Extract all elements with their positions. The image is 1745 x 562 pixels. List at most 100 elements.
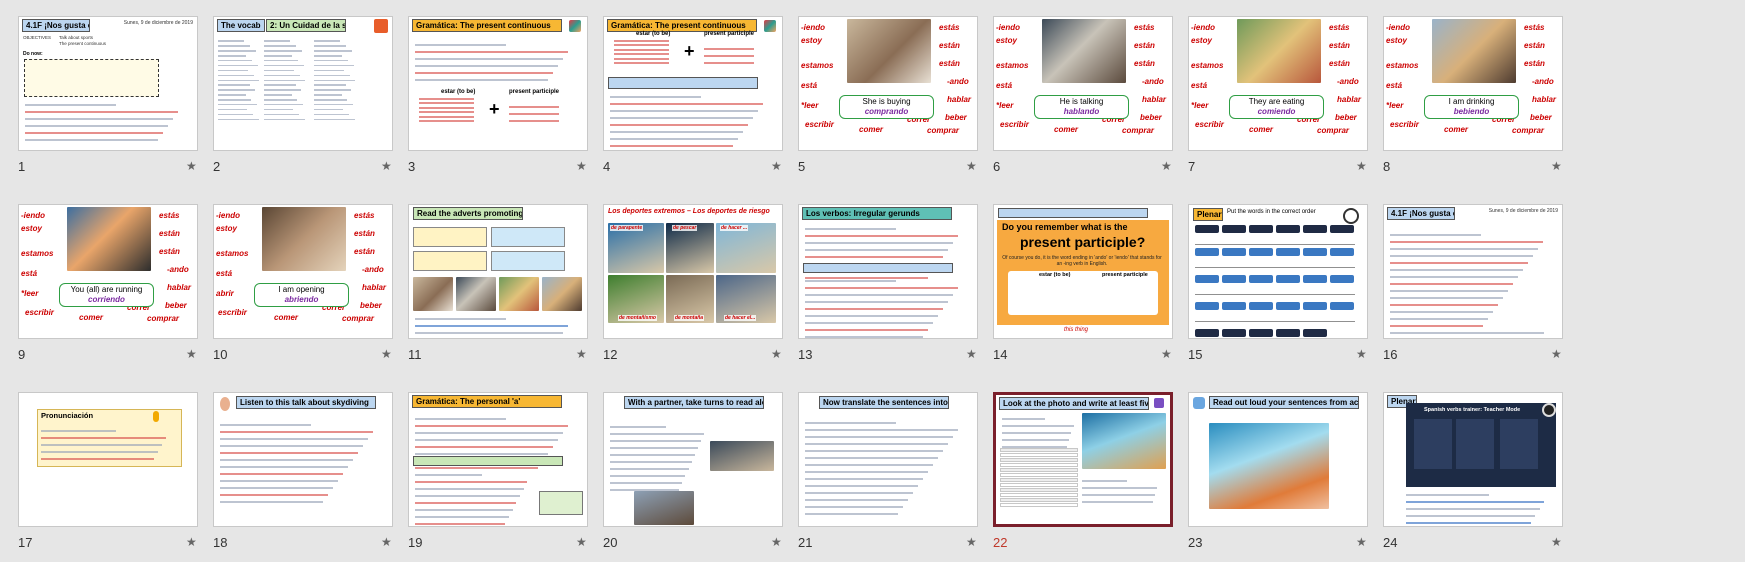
slide-thumbnail-3[interactable]: Gramática: The present continuous estar (… — [390, 16, 588, 186]
instruction-bar — [998, 208, 1148, 218]
word-tile[interactable] — [1276, 329, 1300, 337]
slide-preview[interactable]: -iendo estoy estamos está *leer escribir estás… — [1188, 16, 1368, 151]
slide-thumbnail-22[interactable]: Look at the photo and write at least fiv… — [975, 392, 1173, 562]
slide-thumbnail-15[interactable]: Plenary: Put the words in the correct ord… — [1170, 204, 1368, 374]
word-tile[interactable] — [1195, 302, 1219, 310]
slide-thumbnail-6[interactable]: -iendo estoy estamos está *leer escribir estás… — [975, 16, 1173, 186]
word-tile[interactable] — [1330, 225, 1354, 233]
word-tile[interactable] — [1249, 225, 1273, 233]
slide-thumbnail-14[interactable]: Do you remember what is the present parti… — [975, 204, 1173, 374]
slide-preview[interactable]: Read out loud your sentences from activi… — [1188, 392, 1368, 527]
slide-thumbnail-8[interactable]: -iendo estoy estamos está *leer escribir estás… — [1365, 16, 1563, 186]
star-icon[interactable]: ★ — [1551, 347, 1562, 361]
word-tile[interactable] — [1222, 275, 1246, 283]
word-tile[interactable] — [1276, 248, 1300, 256]
slide-preview[interactable]: Listen to this talk about skydiving — [213, 392, 393, 527]
slide-preview[interactable]: -iendo estoy estamos está *leer escribir estás… — [18, 204, 198, 339]
vocab-word: están — [354, 247, 375, 256]
slide-thumbnail-4[interactable]: Gramática: The present continuous estar (… — [585, 16, 783, 186]
exercise-lines — [415, 469, 537, 526]
word-tile[interactable] — [1303, 329, 1327, 337]
vocab-word: comprar — [927, 126, 960, 135]
word-tile[interactable] — [1195, 329, 1219, 337]
slide-thumbnail-2[interactable]: The vocab2: Un Cuidad de la salud2★ — [195, 16, 393, 186]
word-tile[interactable] — [1303, 275, 1327, 283]
slide-thumbnail-10[interactable]: -iendo estoy estamos está abrir escribir estás… — [195, 204, 393, 374]
slide-thumbnail-5[interactable]: -iendo estoy estamos está *leer escribir estás… — [780, 16, 978, 186]
slide-preview[interactable]: Gramática: The personal 'a' — [408, 392, 588, 527]
slide-preview[interactable]: Read the adverts promoting summer camps — [408, 204, 588, 339]
slide-thumbnail-21[interactable]: Now translate the sentences into English… — [780, 392, 978, 562]
word-tile[interactable] — [1276, 275, 1300, 283]
option-column[interactable] — [1500, 419, 1538, 469]
word-tile[interactable] — [1249, 248, 1273, 256]
word-tile[interactable] — [1222, 329, 1246, 337]
slide-thumbnail-16[interactable]: 4.1F ¡Nos gusta el riesgo! Sunes, 9 de di… — [1365, 204, 1563, 374]
underwater-photo — [1209, 423, 1329, 509]
slide-preview[interactable]: Los deportes extremos – Los deportes de … — [603, 204, 783, 339]
slide-thumbnail-23[interactable]: Read out loud your sentences from activi… — [1170, 392, 1368, 562]
vocab-word: escribir — [805, 120, 834, 129]
slide-preview[interactable]: 4.1F ¡Nos gusta el riesgo! Sunes, 9 de di… — [1383, 204, 1563, 339]
slide-thumbnail-7[interactable]: -iendo estoy estamos está *leer escribir estás… — [1170, 16, 1368, 186]
slide-preview[interactable]: The vocab2: Un Cuidad de la salud — [213, 16, 393, 151]
slide-preview[interactable]: -iendo estoy estamos está abrir escribir estás… — [213, 204, 393, 339]
slide-preview[interactable]: -iendo estoy estamos está *leer escribir estás… — [993, 16, 1173, 151]
word-tile[interactable] — [1330, 275, 1354, 283]
pencil-icon — [1154, 398, 1164, 408]
slide-preview[interactable]: Do you remember what is the present parti… — [993, 204, 1173, 339]
word-tile[interactable] — [1276, 302, 1300, 310]
word-tile[interactable] — [1303, 248, 1327, 256]
slide-preview[interactable]: PlenarySpanish verbs trainer: Teacher Mo… — [1383, 392, 1563, 527]
word-tile[interactable] — [1276, 225, 1300, 233]
slide-preview[interactable]: 4.1F ¡Nos gusta el riesgo! Sunes, 9 de di… — [18, 16, 198, 151]
slide-thumbnail-12[interactable]: Los deportes extremos – Los deportes de … — [585, 204, 783, 374]
vocab-word: comprar — [1317, 126, 1350, 135]
explanation-text — [415, 39, 581, 86]
word-tile[interactable] — [1249, 275, 1273, 283]
slide-preview[interactable]: Plenary: Put the words in the correct ord… — [1188, 204, 1368, 339]
word-tile[interactable] — [1222, 248, 1246, 256]
slide-thumbnail-9[interactable]: -iendo estoy estamos está *leer escribir estás… — [0, 204, 198, 374]
slide-preview[interactable]: Look at the photo and write at least fiv… — [993, 392, 1173, 527]
slide-preview[interactable]: With a partner, take turns to read aloud… — [603, 392, 783, 527]
slide-thumbnail-1[interactable]: 4.1F ¡Nos gusta el riesgo! Sunes, 9 de di… — [0, 16, 198, 186]
vocab-word: estamos — [996, 61, 1029, 70]
slide-preview[interactable]: Los verbos: Irregular gerunds — [798, 204, 978, 339]
sport-label: de montaña — [674, 315, 705, 321]
slide-preview[interactable]: Pronunciación — [18, 392, 198, 527]
slide-preview[interactable]: Gramática: The present continuous estar (… — [408, 16, 588, 151]
speaking-icon — [1193, 397, 1205, 409]
slide-thumbnail-19[interactable]: Gramática: The personal 'a' 19 ★ — [390, 392, 588, 562]
word-tile[interactable] — [1195, 248, 1219, 256]
slide-preview[interactable]: Now translate the sentences into English — [798, 392, 978, 527]
slide-thumbnail-24[interactable]: PlenarySpanish verbs trainer: Teacher Mo… — [1365, 392, 1563, 562]
slide-number: 22 — [993, 535, 1008, 550]
slide-preview[interactable]: -iendo estoy estamos está *leer escribir estás… — [798, 16, 978, 151]
slide-number: 5 — [798, 159, 806, 174]
star-icon[interactable]: ★ — [1551, 535, 1562, 549]
word-tile[interactable] — [1303, 302, 1327, 310]
word-tile[interactable] — [1195, 275, 1219, 283]
question-line-2: present participle? — [1020, 234, 1146, 250]
scene-photo — [1432, 19, 1516, 83]
advert-box — [491, 251, 565, 271]
star-icon[interactable]: ★ — [1551, 159, 1562, 173]
option-column[interactable] — [1456, 419, 1494, 469]
word-tile[interactable] — [1330, 248, 1354, 256]
word-tile[interactable] — [1222, 302, 1246, 310]
slide-thumbnail-11[interactable]: Read the adverts promoting summer camps 1… — [390, 204, 588, 374]
word-tile[interactable] — [1249, 302, 1273, 310]
word-tile[interactable] — [1222, 225, 1246, 233]
slide-thumbnail-17[interactable]: Pronunciación 17 ★ — [0, 392, 198, 562]
word-tile[interactable] — [1249, 329, 1273, 337]
option-column[interactable] — [1414, 419, 1452, 469]
slide-thumbnail-13[interactable]: Los verbos: Irregular gerunds 13 ★ — [780, 204, 978, 374]
slide-preview[interactable]: Gramática: The present continuous estar (… — [603, 16, 783, 151]
slide-thumbnail-20[interactable]: With a partner, take turns to read aloud… — [585, 392, 783, 562]
slide-preview[interactable]: -iendo estoy estamos está *leer escribir estás… — [1383, 16, 1563, 151]
word-tile[interactable] — [1330, 302, 1354, 310]
word-tile[interactable] — [1195, 225, 1219, 233]
word-tile[interactable] — [1303, 225, 1327, 233]
slide-thumbnail-18[interactable]: Listen to this talk about skydiving 18 ★ — [195, 392, 393, 562]
